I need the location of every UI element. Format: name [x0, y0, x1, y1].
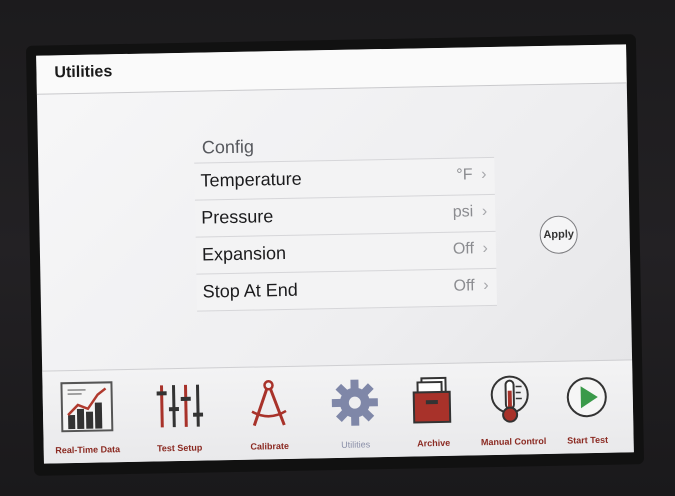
bar-chart-icon	[60, 381, 114, 433]
config-row-value: psi	[452, 203, 474, 221]
chevron-right-icon: ›	[482, 240, 489, 258]
toolbar-label: Calibrate	[250, 440, 290, 452]
apply-button[interactable]: Apply	[539, 215, 579, 255]
toolbar-label: Archive	[417, 437, 451, 449]
thermometer-gauge-icon	[490, 375, 529, 423]
toolbar-label: Test Setup	[156, 442, 203, 454]
config-row-label: Stop At End	[202, 279, 298, 302]
config-row-expansion[interactable]: Expansion Off ›	[195, 230, 497, 274]
chevron-right-icon: ›	[481, 203, 488, 221]
toolbar-utilities[interactable]: Utilities	[312, 371, 398, 453]
toolbar-label: Real-Time Data	[55, 444, 121, 456]
config-row-temperature[interactable]: Temperature °F ›	[194, 156, 495, 200]
page-title: Utilities	[54, 63, 113, 82]
config-row-label: Temperature	[200, 168, 302, 191]
toolbar-label: Start Test	[567, 434, 609, 446]
config-row-pressure[interactable]: Pressure psi ›	[194, 193, 496, 237]
toolbar-test-setup[interactable]: Test Setup	[136, 374, 222, 456]
bottom-toolbar: Real-Time Data Test Setup Calibrate Util…	[42, 359, 634, 464]
config-row-stop-at-end[interactable]: Stop At End Off ›	[196, 267, 498, 312]
chevron-right-icon: ›	[481, 166, 487, 184]
toolbar-label: Manual Control	[480, 435, 547, 448]
toolbar-archive[interactable]: Archive	[390, 369, 476, 451]
toolbar-real-time-data[interactable]: Real-Time Data	[44, 376, 130, 458]
config-panel: Config Temperature °F › Pressure psi › E…	[194, 127, 498, 312]
config-row-label: Expansion	[201, 242, 287, 265]
file-cabinet-icon	[412, 376, 452, 424]
toolbar-label: Utilities	[341, 439, 371, 450]
toolbar-manual-control[interactable]: Manual Control	[470, 368, 556, 450]
config-row-value: Off	[452, 240, 475, 258]
toolbar-calibrate[interactable]: Calibrate	[226, 372, 312, 454]
config-row-label: Pressure	[201, 206, 274, 228]
config-row-value: Off	[453, 277, 475, 295]
sliders-icon	[156, 384, 204, 428]
config-row-value: °F	[456, 166, 473, 184]
chevron-right-icon: ›	[483, 277, 489, 295]
toolbar-start-test[interactable]: Start Test	[544, 366, 630, 448]
compass-icon	[251, 380, 287, 427]
gear-icon	[331, 379, 378, 426]
play-icon	[566, 377, 607, 418]
touch-screen: Utilities Config Temperature °F › Pressu…	[36, 44, 634, 464]
